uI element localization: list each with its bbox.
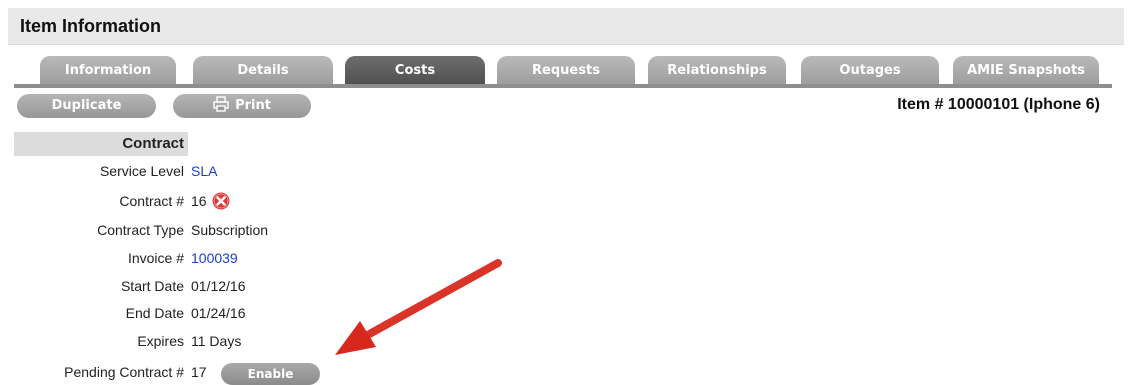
tab-relationships[interactable]: Relationships bbox=[648, 56, 786, 85]
start-date-value: 01/12/16 bbox=[191, 278, 246, 294]
service-level-link[interactable]: SLA bbox=[191, 161, 217, 181]
end-date-value: 01/24/16 bbox=[191, 305, 246, 321]
printer-icon bbox=[213, 96, 229, 112]
print-button-label: Print bbox=[235, 98, 271, 113]
remove-icon[interactable] bbox=[212, 192, 230, 210]
page-title: Item Information bbox=[20, 16, 162, 36]
contract-number-value-wrap: 16 bbox=[191, 191, 230, 211]
tab-underline bbox=[14, 84, 1112, 88]
contract-section-title: Contract bbox=[14, 132, 188, 156]
expires-label: Expires bbox=[137, 333, 184, 349]
tab-details[interactable]: Details bbox=[193, 56, 333, 85]
tab-requests[interactable]: Requests bbox=[497, 56, 635, 85]
tab-costs[interactable]: Costs bbox=[345, 56, 485, 85]
contract-number-label: Contract # bbox=[119, 193, 184, 209]
contract-type-value: Subscription bbox=[191, 222, 269, 238]
pending-contract-label: Pending Contract # bbox=[64, 364, 184, 380]
invoice-link[interactable]: 100039 bbox=[191, 248, 238, 268]
item-number: Item # 10000101 (Iphone 6) bbox=[897, 96, 1100, 113]
invoice-label: Invoice # bbox=[127, 250, 184, 266]
duplicate-button[interactable]: Duplicate bbox=[17, 94, 156, 118]
start-date-label: Start Date bbox=[120, 278, 184, 294]
expires-value: 11 Days bbox=[191, 333, 242, 349]
tab-outages[interactable]: Outages bbox=[801, 56, 939, 85]
page-header: Item Information bbox=[8, 8, 1124, 45]
tab-information[interactable]: Information bbox=[40, 56, 176, 85]
contract-type-label: Contract Type bbox=[97, 222, 184, 238]
print-button[interactable]: Print bbox=[173, 94, 311, 118]
tab-amie-snapshots[interactable]: AMIE Snapshots bbox=[953, 56, 1099, 85]
pending-contract-value: 17 bbox=[191, 364, 207, 380]
enable-button[interactable]: Enable bbox=[221, 363, 320, 385]
end-date-label: End Date bbox=[125, 305, 184, 321]
red-arrow-annotation bbox=[335, 259, 502, 355]
service-level-label: Service Level bbox=[99, 163, 184, 179]
tab-bar: Information Details Costs Requests Relat… bbox=[40, 56, 1112, 85]
contract-number-value: 16 bbox=[191, 193, 207, 209]
